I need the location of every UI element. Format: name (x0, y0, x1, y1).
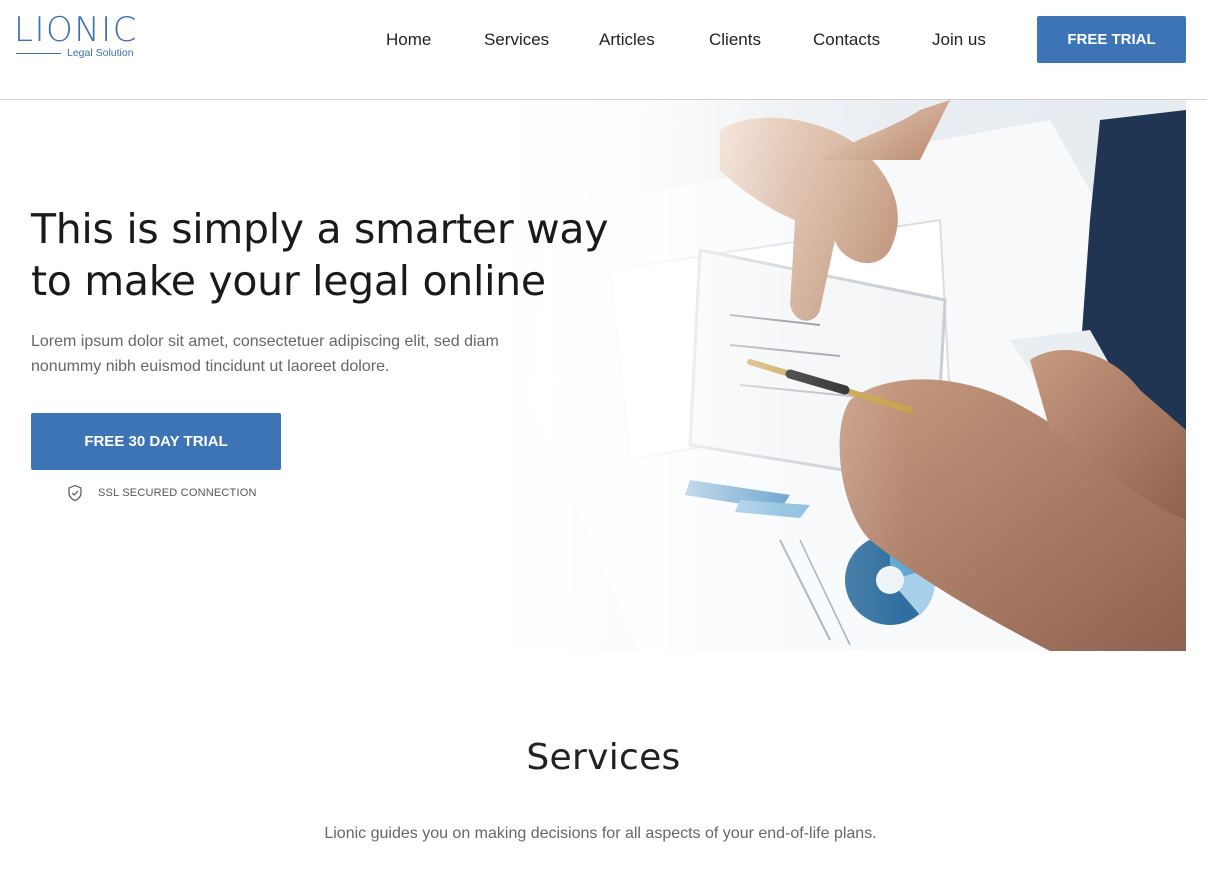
ssl-badge: SSL SECURED CONNECTION (66, 484, 257, 502)
services-heading: Services (526, 737, 681, 778)
free-30-day-trial-button[interactable]: FREE 30 DAY TRIAL (31, 413, 281, 470)
hero-title-line-2: to make your legal online (31, 257, 546, 305)
nav-item-clients[interactable]: Clients (709, 29, 761, 51)
nav-item-home[interactable]: Home (386, 29, 431, 51)
shield-check-icon (66, 484, 84, 502)
site-header: LIONIC Legal Solution Home Services Arti… (0, 0, 1207, 100)
free-trial-button[interactable]: FREE TRIAL (1037, 16, 1186, 63)
brand-logo-rule (16, 53, 61, 54)
brand-logo-wordmark: LIONIC (14, 10, 138, 50)
hero-description: Lorem ipsum dolor sit amet, consectetuer… (31, 333, 499, 375)
brand-logo-tagline: Legal Solution (67, 47, 134, 59)
hero-image (490, 100, 1186, 651)
hero-title: This is simply a smarter way to make you… (31, 203, 609, 307)
brand-logo[interactable]: LIONIC Legal Solution (14, 12, 139, 64)
nav-item-join-us[interactable]: Join us (932, 29, 986, 51)
nav-item-articles[interactable]: Articles (599, 29, 655, 51)
services-description: Lionic guides you on making decisions fo… (324, 825, 877, 842)
nav-item-contacts[interactable]: Contacts (813, 29, 880, 51)
hero-title-line-1: This is simply a smarter way (31, 205, 609, 253)
nav-item-services[interactable]: Services (484, 29, 549, 51)
hero-section: This is simply a smarter way to make you… (0, 100, 1207, 651)
ssl-text: SSL SECURED CONNECTION (98, 487, 257, 499)
